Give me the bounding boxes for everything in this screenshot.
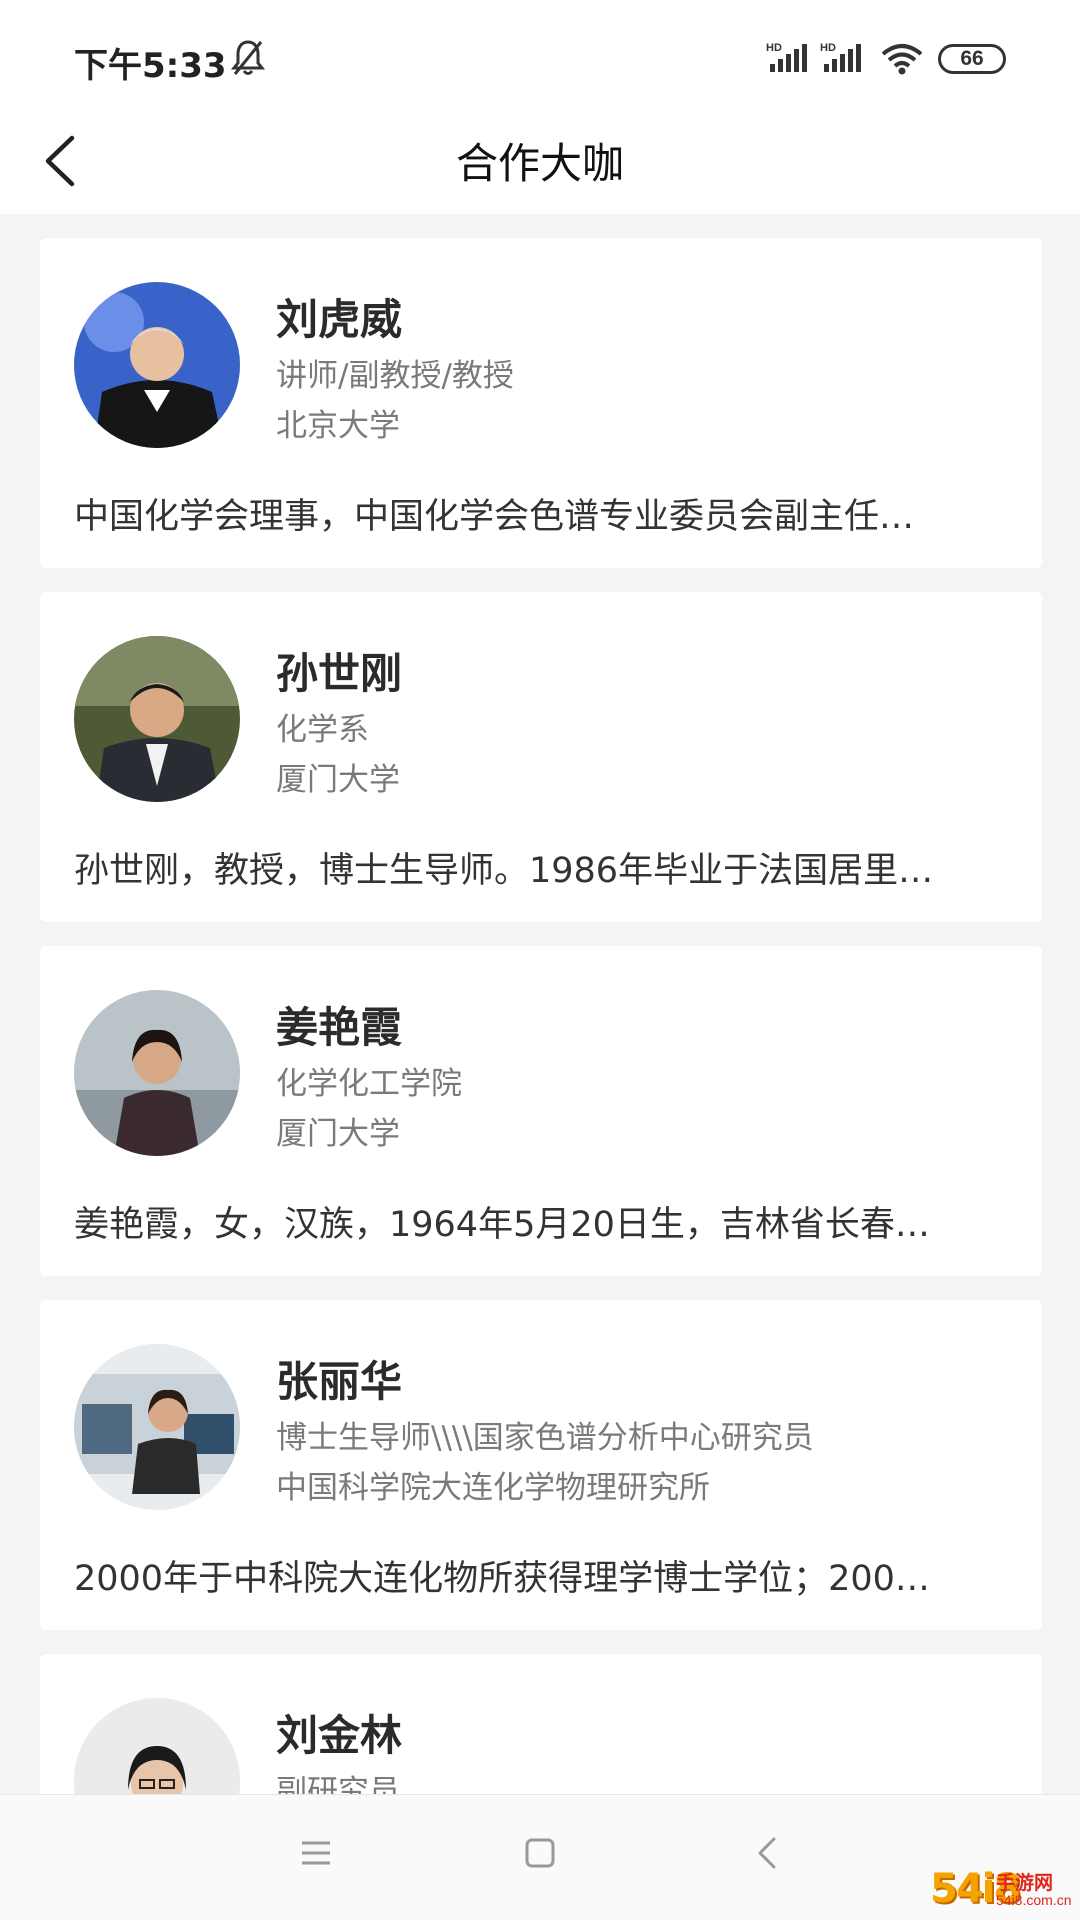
watermark-text: 手游网 xyxy=(996,1872,1054,1894)
page-title: 合作大咖 xyxy=(455,139,624,188)
expert-card[interactable]: 刘虎威 讲师/副教授/教授 北京大学 中国化学会理事，中国化学会色谱专业委员会副… xyxy=(40,238,1042,568)
signal-hd-icon: HD xyxy=(766,42,807,72)
expert-name: 刘虎威 xyxy=(276,295,403,344)
watermark-domain: 54i8.com.cn xyxy=(996,1892,1072,1908)
expert-title: 化学化工学院 xyxy=(276,1066,462,1102)
back-triangle-icon[interactable] xyxy=(752,1833,782,1873)
wifi-icon xyxy=(881,44,923,75)
expert-card[interactable]: 孙世刚 化学系 厦门大学 孙世刚，教授，博士生导师。1986年毕业于法国居里… xyxy=(40,592,1042,922)
expert-name: 张丽华 xyxy=(276,1357,403,1406)
watermark-logo: 54i8 手游网 54i8.com.cn xyxy=(930,1866,1076,1916)
battery-icon: 66 xyxy=(938,44,1006,74)
expert-card[interactable]: 姜艳霞 化学化工学院 厦门大学 姜艳霞，女，汉族，1964年5月20日生，吉林省… xyxy=(40,946,1042,1276)
expert-org: 厦门大学 xyxy=(276,1116,400,1152)
expert-title: 化学系 xyxy=(276,712,369,748)
svg-text:HD: HD xyxy=(820,42,836,54)
status-time: 下午5:33 xyxy=(74,46,227,86)
expert-org: 厦门大学 xyxy=(276,762,400,798)
system-nav-bar xyxy=(0,1794,1080,1920)
expert-desc: 姜艳霞，女，汉族，1964年5月20日生，吉林省长春… xyxy=(74,1205,930,1245)
avatar xyxy=(74,282,240,448)
expert-org: 中国科学院大连化学物理研究所 xyxy=(276,1470,710,1506)
expert-title: 博士生导师\\\\国家色谱分析中心研究员 xyxy=(276,1420,814,1456)
menu-icon[interactable] xyxy=(298,1835,334,1871)
expert-desc: 孙世刚，教授，博士生导师。1986年毕业于法国居里… xyxy=(74,851,934,891)
expert-list[interactable]: 刘虎威 讲师/副教授/教授 北京大学 中国化学会理事，中国化学会色谱专业委员会副… xyxy=(0,214,1080,1794)
home-square-icon[interactable] xyxy=(522,1835,558,1871)
bell-muted-icon xyxy=(230,40,266,75)
expert-name: 刘金林 xyxy=(276,1711,403,1760)
expert-name: 姜艳霞 xyxy=(276,1003,403,1052)
expert-desc: 2000年于中科院大连化物所获得理学博士学位；200… xyxy=(74,1559,930,1599)
expert-desc: 中国化学会理事，中国化学会色谱专业委员会副主任… xyxy=(74,497,915,537)
signal-hd-icon: HD xyxy=(820,42,861,72)
app-header: 合作大咖 xyxy=(0,110,1080,214)
expert-org: 北京大学 xyxy=(276,408,400,444)
avatar xyxy=(74,1698,240,1794)
expert-title: 副研究员 xyxy=(276,1774,400,1794)
battery-level: 66 xyxy=(960,47,984,70)
svg-text:HD: HD xyxy=(766,42,782,54)
avatar xyxy=(74,1344,240,1510)
avatar xyxy=(74,636,240,802)
expert-card[interactable]: 刘金林 副研究员 xyxy=(40,1654,1042,1794)
expert-title: 讲师/副教授/教授 xyxy=(276,358,514,394)
expert-card[interactable]: 张丽华 博士生导师\\\\国家色谱分析中心研究员 中国科学院大连化学物理研究所 … xyxy=(40,1300,1042,1630)
status-bar: 下午5:33 HD HD 66 xyxy=(0,0,1080,110)
avatar xyxy=(74,990,240,1156)
expert-name: 孙世刚 xyxy=(276,649,403,698)
